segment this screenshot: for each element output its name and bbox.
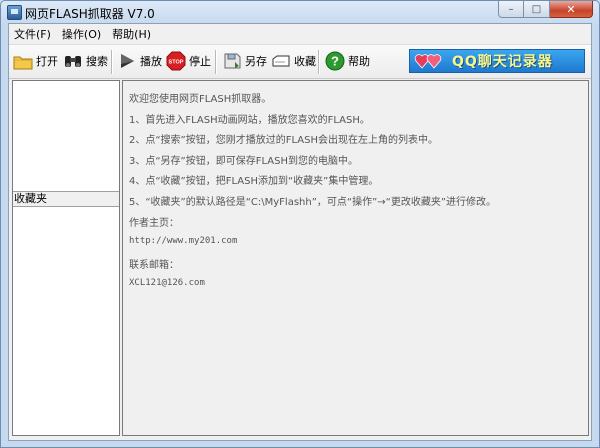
- info-line: 1、首先进入FLASH动画网站，播放您喜欢的FLASH。: [129, 115, 370, 126]
- homepage-link[interactable]: http://www.my201.com: [129, 236, 237, 246]
- info-line: 2、点“搜索”按钮，您刚才播放过的FLASH会出现在左上角的列表中。: [129, 135, 438, 146]
- toolbar-separator: [215, 50, 216, 74]
- stop-sign-text: STOP: [169, 60, 184, 66]
- info-line: 5、“收藏夹”的默认路径是“C:\MyFlashh”，可点“操作”→“更改收藏夹…: [129, 197, 496, 208]
- favorite-label: 收藏: [294, 55, 316, 68]
- toolbar-separator: [111, 50, 112, 74]
- saveas-button[interactable]: 另存: [222, 50, 267, 72]
- help-icon: ?: [325, 51, 345, 71]
- open-label: 打开: [36, 55, 58, 68]
- menu-operate[interactable]: 操作(O): [57, 24, 107, 43]
- hearts-icon: [414, 51, 444, 71]
- info-pane: 欢迎您使用网页FLASH抓取器。 1、首先进入FLASH动画网站，播放您喜欢的F…: [122, 80, 589, 436]
- svg-text:?: ?: [331, 54, 339, 69]
- menu-file[interactable]: 文件(F): [9, 24, 57, 43]
- minimize-button[interactable]: –: [498, 1, 524, 18]
- email-link[interactable]: XCL121@126.com: [129, 278, 205, 288]
- stop-button[interactable]: STOP 停止: [166, 50, 211, 72]
- info-line: 3、点“另存”按钮，即可保存FLASH到您的电脑中。: [129, 156, 358, 167]
- help-button[interactable]: ? 帮助: [325, 50, 370, 72]
- left-panel: 收藏夹: [12, 80, 120, 436]
- play-button[interactable]: 播放: [117, 50, 162, 72]
- help-label: 帮助: [348, 55, 370, 68]
- binoculars-icon: [63, 51, 83, 71]
- info-line: 欢迎您使用网页FLASH抓取器。: [129, 94, 272, 105]
- close-button[interactable]: ✕: [550, 1, 593, 18]
- favorites-tree[interactable]: [13, 207, 119, 435]
- save-disk-icon: [222, 51, 242, 71]
- toolbar-separator: [318, 50, 319, 74]
- app-icon: [7, 5, 22, 20]
- menu-help[interactable]: 帮助(H): [107, 24, 157, 43]
- favorite-folder-icon: [271, 51, 291, 71]
- maximize-button[interactable]: □: [524, 1, 550, 18]
- author-homepage-label: 作者主页：: [129, 218, 179, 229]
- play-icon: [117, 51, 137, 71]
- saveas-label: 另存: [245, 55, 267, 68]
- play-label: 播放: [140, 55, 162, 68]
- title-bar[interactable]: 网页FLASH抓取器 V7.0 – □ ✕: [1, 1, 599, 23]
- search-button[interactable]: 搜索: [63, 50, 108, 72]
- folder-icon: [13, 51, 33, 71]
- contact-email-label: 联系邮箱：: [129, 260, 179, 271]
- stop-label: 停止: [189, 55, 211, 68]
- favorites-header[interactable]: 收藏夹: [13, 191, 119, 207]
- app-window: 网页FLASH抓取器 V7.0 – □ ✕ 文件(F) 操作(O) 帮助(H) …: [0, 0, 600, 448]
- window-title: 网页FLASH抓取器 V7.0: [25, 7, 155, 21]
- stop-sign-icon: STOP: [166, 51, 186, 71]
- search-label: 搜索: [86, 55, 108, 68]
- banner-text: QQ聊天记录器: [452, 54, 553, 70]
- open-button[interactable]: 打开: [13, 50, 58, 72]
- flash-list[interactable]: [13, 81, 119, 191]
- info-line: 4、点“收藏”按钮，把FLASH添加到“收藏夹”集中管理。: [129, 176, 379, 187]
- toolbar: 打开 搜索 播放 STOP 停止 另存 收藏 ? 帮助 QQ聊天记录器: [9, 44, 591, 79]
- client-area: 文件(F) 操作(O) 帮助(H) 打开 搜索 播放 STOP 停止 另存 收藏…: [8, 23, 592, 441]
- qq-chat-recorder-banner[interactable]: QQ聊天记录器: [409, 49, 585, 73]
- caption-buttons: – □ ✕: [498, 1, 593, 19]
- favorite-button[interactable]: 收藏: [271, 50, 316, 72]
- menu-bar: 文件(F) 操作(O) 帮助(H): [9, 24, 591, 43]
